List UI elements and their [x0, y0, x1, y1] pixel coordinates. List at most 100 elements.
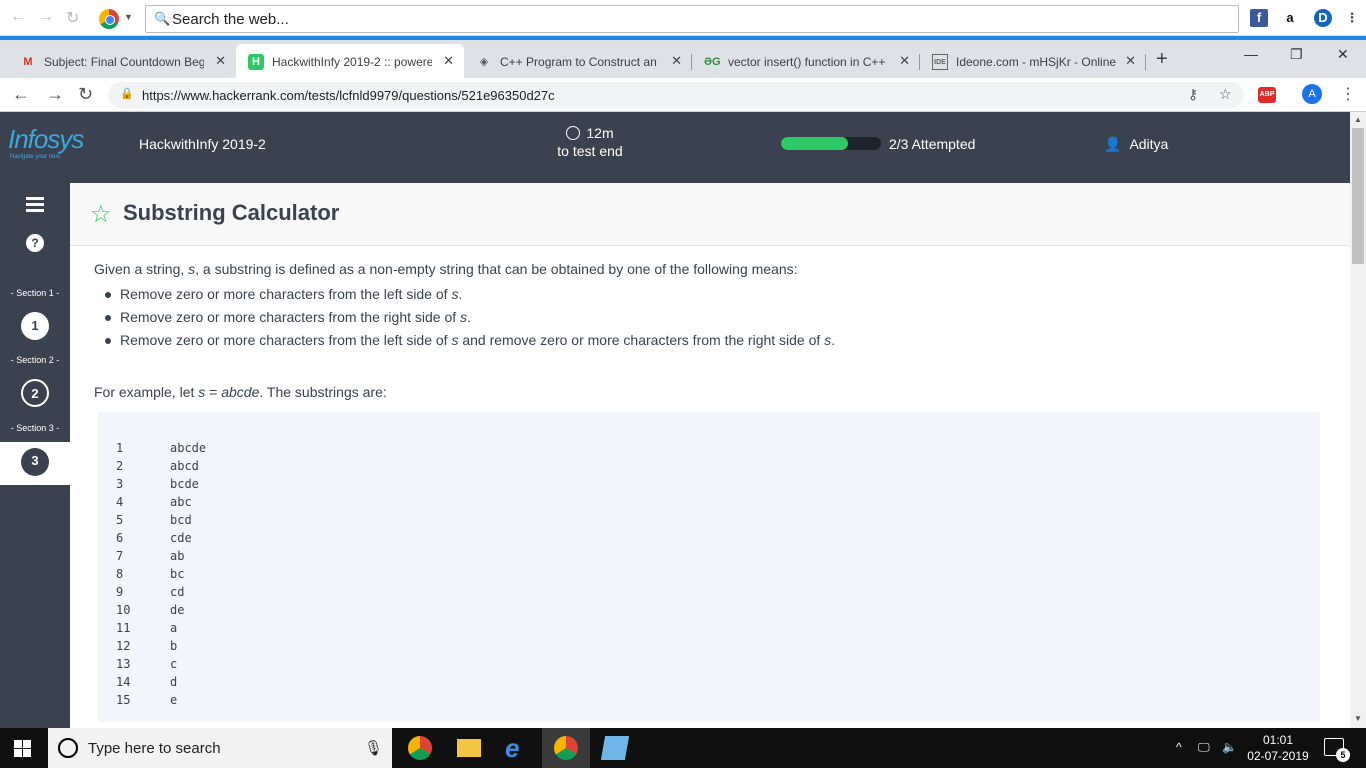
facebook-icon[interactable]: f	[1250, 9, 1268, 27]
line-number: 8	[116, 567, 124, 581]
close-icon[interactable]: ✕	[899, 53, 910, 69]
clock-date: 02-07-2019	[1247, 749, 1309, 763]
user-menu[interactable]: 👤 Aditya	[1104, 136, 1168, 153]
line-number: 3	[116, 477, 124, 491]
network-icon[interactable]: 🖵	[1198, 740, 1210, 755]
intro-text: , a substring is defined as a non-empty …	[195, 261, 798, 277]
key-icon[interactable]: ⚷	[1188, 86, 1198, 103]
file-explorer-icon[interactable]	[457, 739, 481, 757]
bookmark-star-icon[interactable]: ☆	[1219, 86, 1232, 103]
chrome-active-taskbar-icon[interactable]	[542, 728, 590, 768]
question-1-button[interactable]: 1	[21, 312, 49, 340]
edge-icon[interactable]: e	[505, 735, 529, 761]
window-close-icon[interactable]: ✕	[1337, 46, 1349, 63]
rule-text: and remove zero or more characters from …	[458, 332, 825, 348]
substring-value: bc	[170, 567, 185, 581]
taskbar-search-input[interactable]: Type here to search 🎙	[48, 728, 392, 768]
test-title: HackwithInfy 2019-2	[139, 136, 266, 152]
back-icon[interactable]: ←	[10, 8, 26, 26]
code-line: 8 bc	[98, 567, 398, 585]
tab-vector-insert[interactable]: ƏG vector insert() function in C++ ✕	[692, 44, 920, 78]
chrome-logo-icon[interactable]	[99, 9, 119, 29]
substring-value: cd	[170, 585, 185, 599]
help-icon[interactable]: ?	[26, 234, 44, 252]
clock-icon	[566, 126, 581, 140]
taskbar-clock[interactable]: 01:01 02-07-2019	[1246, 732, 1310, 764]
close-icon[interactable]: ✕	[443, 53, 454, 69]
reload-icon[interactable]: ↻	[78, 84, 93, 105]
substring-value: abc	[170, 495, 192, 509]
list-menu-icon[interactable]	[26, 197, 44, 215]
chevron-down-icon[interactable]: ▼	[124, 12, 133, 22]
progress-fill	[781, 137, 848, 150]
web-search-input[interactable]: 🔍 Search the web...	[145, 5, 1239, 33]
section-label: - Section 3 -	[10, 423, 60, 433]
rule-text: .	[467, 309, 471, 325]
close-icon[interactable]: ✕	[671, 53, 682, 69]
tab-cpp-program[interactable]: ◈ C++ Program to Construct an ✕	[464, 44, 692, 78]
tab-hackwithinfy[interactable]: H HackwithInfy 2019-2 :: powere ✕	[236, 44, 464, 78]
line-number: 4	[116, 495, 124, 509]
substring-value: cde	[170, 531, 192, 545]
tab-title: C++ Program to Construct an	[500, 55, 657, 69]
microphone-icon[interactable]: 🎙	[364, 739, 383, 757]
line-number: 1	[116, 441, 124, 455]
scrollbar-thumb[interactable]	[1352, 128, 1364, 264]
notification-count: 5	[1336, 748, 1350, 762]
tab-title: vector insert() function in C++	[728, 55, 886, 69]
rule-variable: s	[460, 309, 468, 325]
tab-separator	[1145, 54, 1146, 70]
profile-avatar[interactable]: A	[1302, 84, 1322, 104]
address-bar: ← → ↻ 🔒 https://www.hackerrank.com/tests…	[0, 78, 1366, 112]
example-value: abcde	[221, 384, 260, 400]
substring-rules-list: Remove zero or more characters from the …	[104, 286, 836, 355]
tab-ideone[interactable]: IDE Ideone.com - mHSjKr - Online ✕	[920, 44, 1146, 78]
page-scrollbar[interactable]: ▲ ▼	[1350, 112, 1366, 728]
substring-value: e	[170, 693, 178, 707]
substring-value: bcd	[170, 513, 192, 527]
forward-icon[interactable]: →	[38, 8, 54, 26]
url-input[interactable]: 🔒 https://www.hackerrank.com/tests/lcfnl…	[108, 82, 1244, 108]
chrome-taskbar-icon[interactable]	[408, 736, 432, 760]
test-timer: 12m to test end	[540, 125, 640, 159]
substring-value: d	[170, 675, 178, 689]
infosys-logo: Infosys	[8, 124, 84, 154]
forward-icon[interactable]: →	[46, 84, 64, 105]
tray-chevron-up-icon[interactable]: ^	[1176, 740, 1182, 754]
line-number: 5	[116, 513, 124, 527]
windows-start-icon[interactable]	[14, 740, 31, 757]
problem-titlebar: ☆ Substring Calculator	[70, 183, 1350, 246]
progress-bar	[781, 137, 881, 150]
line-number: 6	[116, 531, 124, 545]
scroll-down-icon[interactable]: ▼	[1354, 714, 1362, 723]
restore-icon[interactable]: ❐	[1290, 46, 1303, 63]
lock-icon[interactable]: 🔒	[120, 87, 134, 100]
tab-gmail[interactable]: M Subject: Final Countdown Begi ✕	[8, 44, 236, 78]
amazon-icon[interactable]: a	[1281, 9, 1299, 27]
reload-icon[interactable]: ↻	[66, 8, 79, 28]
user-name: Aditya	[1129, 136, 1169, 152]
rule-text: .	[831, 332, 836, 348]
list-item: Remove zero or more characters from the …	[104, 286, 835, 309]
close-icon[interactable]: ✕	[1125, 53, 1136, 69]
scroll-up-icon[interactable]: ▲	[1354, 115, 1362, 124]
question-3-button[interactable]: 3	[21, 448, 49, 476]
chrome-menu-icon[interactable]: ⋮	[1340, 84, 1356, 104]
substring-value: bcde	[170, 477, 199, 491]
extension-d-icon[interactable]: D	[1314, 9, 1332, 27]
star-icon[interactable]: ☆	[90, 200, 112, 229]
back-icon[interactable]: ←	[12, 84, 30, 105]
code-line: 9 cd	[98, 585, 398, 603]
new-tab-icon[interactable]: +	[1156, 48, 1168, 71]
minimize-icon[interactable]: —	[1244, 46, 1258, 62]
close-icon[interactable]: ✕	[215, 53, 226, 69]
adblock-icon[interactable]: ABP	[1258, 87, 1276, 103]
question-2-button[interactable]: 2	[21, 379, 49, 407]
menu-dots-icon[interactable]: ⋮	[1343, 9, 1361, 27]
code-line: 2 abcd	[98, 459, 398, 477]
time-label: to test end	[557, 143, 623, 159]
notepad-icon[interactable]	[600, 736, 630, 760]
volume-icon[interactable]: 🔈	[1222, 740, 1237, 754]
notifications-icon[interactable]: 5	[1324, 738, 1350, 762]
clock-time: 01:01	[1262, 733, 1294, 747]
